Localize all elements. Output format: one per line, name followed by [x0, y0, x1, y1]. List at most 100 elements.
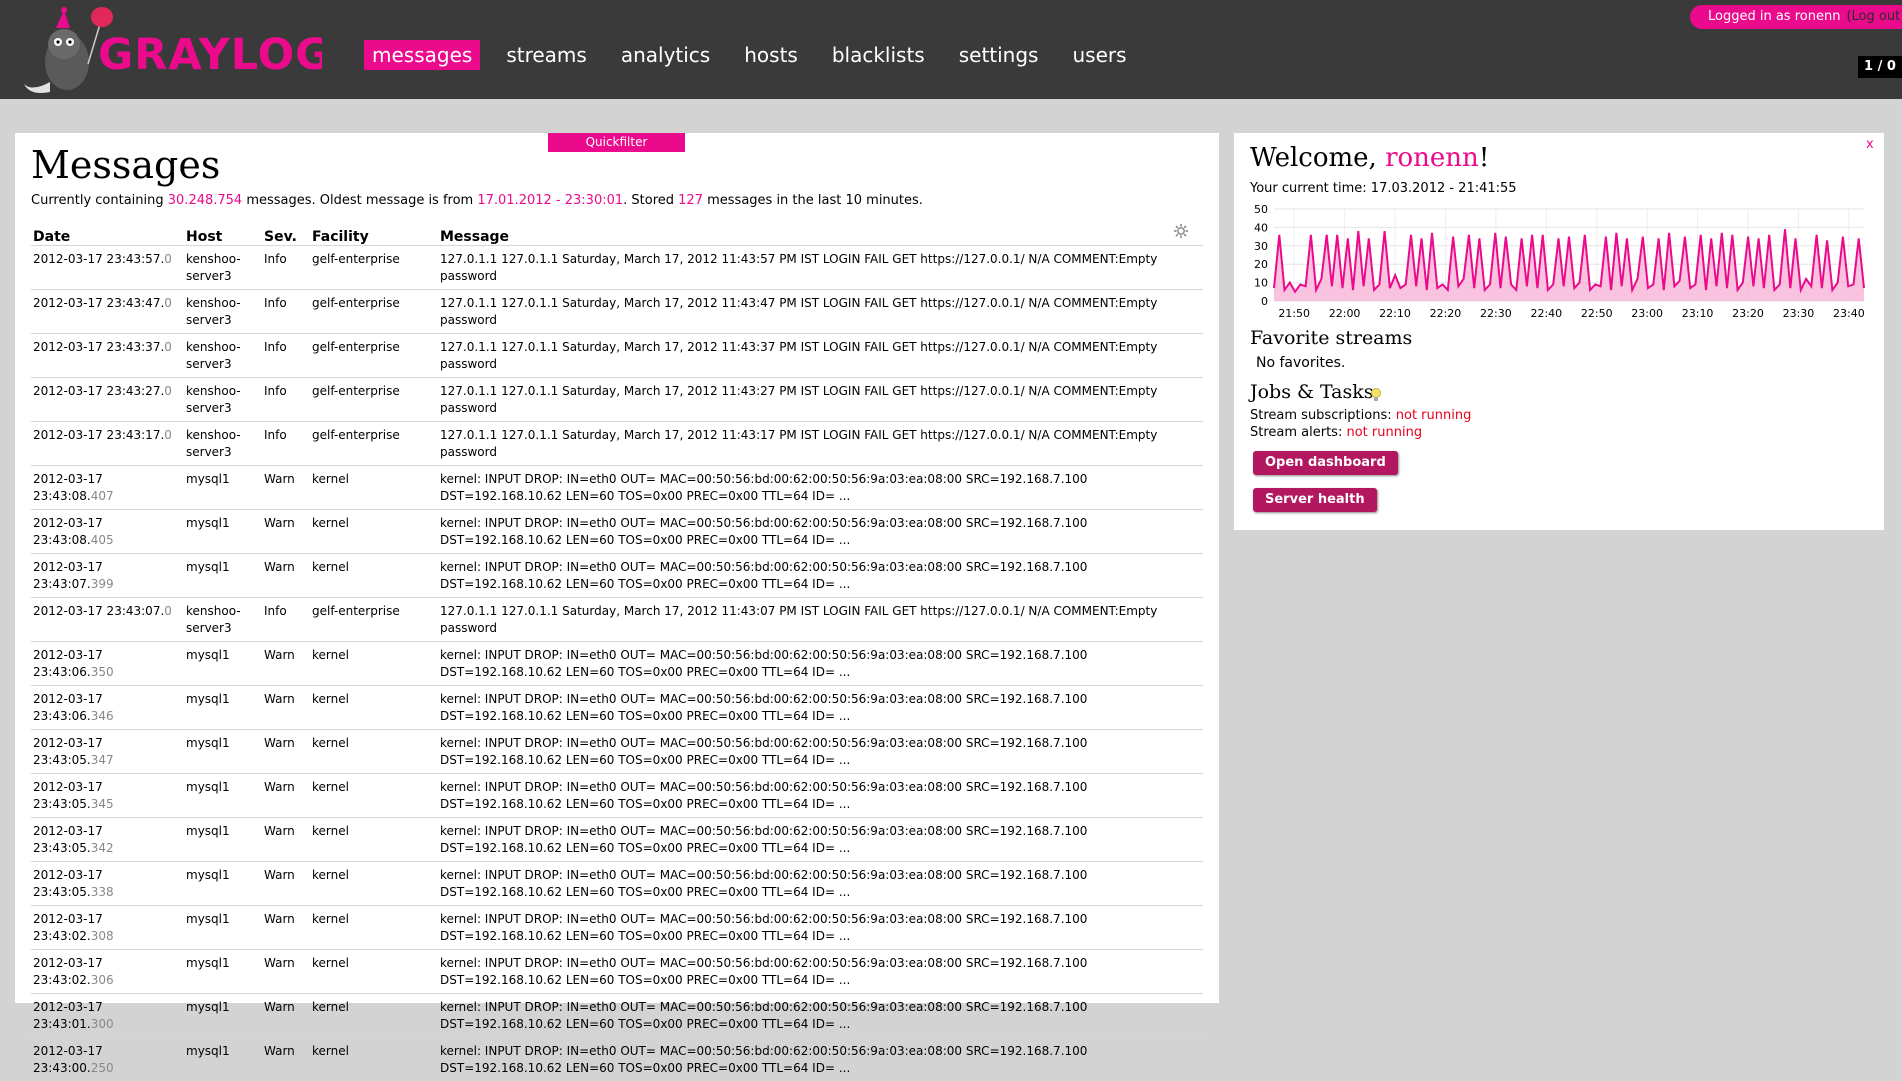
table-row[interactable]: 2012-03-17 23:43:08.405mysql1Warnkernelk…	[31, 510, 1203, 554]
table-row[interactable]: 2012-03-17 23:43:02.306mysql1Warnkernelk…	[31, 950, 1203, 994]
current-time-label: Your current time:	[1250, 181, 1371, 196]
message-severity: Info	[264, 340, 287, 354]
cell-sev: Warn	[262, 642, 310, 686]
message-text: kernel: INPUT DROP: IN=eth0 OUT= MAC=00:…	[440, 912, 1087, 943]
server-health-button[interactable]: Server health	[1253, 488, 1377, 512]
message-severity: Info	[264, 384, 287, 398]
top-bar: GRAYLOG2 messages streams analytics hostsbl…	[0, 0, 1902, 99]
table-row[interactable]: 2012-03-17 23:43:27.0kenshoo-server3Info…	[31, 378, 1203, 422]
message-host: kenshoo-server3	[186, 296, 241, 327]
message-host: mysql1	[186, 472, 230, 486]
message-severity: Warn	[264, 824, 295, 838]
cell-facility: gelf-enterprise	[310, 334, 438, 378]
open-dashboard-button[interactable]: Open dashboard	[1253, 451, 1398, 475]
message-text: 127.0.1.1 127.0.1.1 Saturday, March 17, …	[440, 384, 1157, 415]
table-row[interactable]: 2012-03-17 23:43:05.347mysql1Warnkernelk…	[31, 730, 1203, 774]
messages-table: Date Host Sev. Facility Message 2012-03-…	[31, 223, 1203, 1081]
table-row[interactable]: 2012-03-17 23:43:07.0kenshoo-server3Info…	[31, 598, 1203, 642]
jobs-tasks-title: Jobs & Tasks	[1250, 381, 1374, 403]
cell-sev: Warn	[262, 818, 310, 862]
chart-y-tick-label: 10	[1254, 277, 1268, 290]
table-row[interactable]: 2012-03-17 23:43:00.250mysql1Warnkernelk…	[31, 1038, 1203, 1081]
column-header-severity[interactable]: Sev.	[262, 223, 310, 246]
column-header-message[interactable]: Message	[438, 223, 1203, 246]
message-severity: Warn	[264, 1000, 295, 1014]
nav-item-blacklists[interactable]: blacklists	[824, 40, 933, 70]
chart-x-tick-label: 23:00	[1631, 307, 1663, 320]
table-row[interactable]: 2012-03-17 23:43:57.0kenshoo-server3Info…	[31, 246, 1203, 290]
column-header-date[interactable]: Date	[31, 223, 184, 246]
column-header-host[interactable]: Host	[184, 223, 262, 246]
message-severity: Warn	[264, 692, 295, 706]
table-row[interactable]: 2012-03-17 23:43:17.0kenshoo-server3Info…	[31, 422, 1203, 466]
message-date: 2012-03-17 23:43:27.	[33, 384, 164, 398]
table-row[interactable]: 2012-03-17 23:43:05.345mysql1Warnkernelk…	[31, 774, 1203, 818]
nav-item-hosts[interactable]: hosts	[736, 40, 806, 70]
cell-date: 2012-03-17 23:43:47.0	[31, 290, 184, 334]
message-severity: Info	[264, 428, 287, 442]
message-host: mysql1	[186, 516, 230, 530]
cell-message: 127.0.1.1 127.0.1.1 Saturday, March 17, …	[438, 246, 1203, 290]
message-date: 2012-03-17 23:43:17.	[33, 428, 164, 442]
nav-item-messages[interactable]: messages	[364, 40, 480, 70]
message-severity: Warn	[264, 516, 295, 530]
quickfilter-button[interactable]: Quickfilter	[548, 133, 685, 152]
message-host: kenshoo-server3	[186, 384, 241, 415]
message-facility: gelf-enterprise	[312, 604, 400, 618]
cell-message: kernel: INPUT DROP: IN=eth0 OUT= MAC=00:…	[438, 642, 1203, 686]
nav-item-analytics[interactable]: analytics	[613, 40, 718, 70]
cell-sev: Warn	[262, 994, 310, 1038]
cell-date: 2012-03-17 23:43:00.250	[31, 1038, 184, 1081]
cell-sev: Info	[262, 598, 310, 642]
graylog2-logo[interactable]: GRAYLOG2	[22, 4, 322, 98]
message-facility: gelf-enterprise	[312, 296, 400, 310]
close-icon[interactable]: x	[1866, 137, 1874, 152]
nav-item-streams[interactable]: streams	[498, 40, 595, 70]
welcome-username: ronenn	[1385, 143, 1479, 173]
cell-host: kenshoo-server3	[184, 246, 262, 290]
message-date: 2012-03-17 23:43:57.	[33, 252, 164, 266]
cell-facility: gelf-enterprise	[310, 422, 438, 466]
stream-subscriptions-value: not running	[1396, 408, 1472, 423]
message-date: 2012-03-17 23:43:47.	[33, 296, 164, 310]
table-row[interactable]: 2012-03-17 23:43:08.407mysql1Warnkernelk…	[31, 466, 1203, 510]
table-row[interactable]: 2012-03-17 23:43:06.350mysql1Warnkernelk…	[31, 642, 1203, 686]
table-row[interactable]: 2012-03-17 23:43:05.338mysql1Warnkernelk…	[31, 862, 1203, 906]
table-row[interactable]: 2012-03-17 23:43:01.300mysql1Warnkernelk…	[31, 994, 1203, 1038]
message-text: kernel: INPUT DROP: IN=eth0 OUT= MAC=00:…	[440, 516, 1087, 547]
message-facility: kernel	[312, 912, 349, 926]
message-host: mysql1	[186, 736, 230, 750]
cell-facility: kernel	[310, 862, 438, 906]
cell-date: 2012-03-17 23:43:02.306	[31, 950, 184, 994]
nav-item-settings[interactable]: settings	[951, 40, 1047, 70]
cell-host: mysql1	[184, 818, 262, 862]
message-host: mysql1	[186, 648, 230, 662]
cell-facility: kernel	[310, 642, 438, 686]
table-row[interactable]: 2012-03-17 23:43:05.342mysql1Warnkernelk…	[31, 818, 1203, 862]
cell-host: kenshoo-server3	[184, 422, 262, 466]
nav-item-users[interactable]: users	[1064, 40, 1134, 70]
message-facility: kernel	[312, 1044, 349, 1058]
table-row[interactable]: 2012-03-17 23:43:47.0kenshoo-server3Info…	[31, 290, 1203, 334]
message-text: kernel: INPUT DROP: IN=eth0 OUT= MAC=00:…	[440, 560, 1087, 591]
logout-link[interactable]: (Log out)	[1846, 9, 1902, 24]
table-row[interactable]: 2012-03-17 23:43:06.346mysql1Warnkernelk…	[31, 686, 1203, 730]
column-header-facility[interactable]: Facility	[310, 223, 438, 246]
table-row[interactable]: 2012-03-17 23:43:37.0kenshoo-server3Info…	[31, 334, 1203, 378]
cell-message: kernel: INPUT DROP: IN=eth0 OUT= MAC=00:…	[438, 950, 1203, 994]
chart-y-tick-label: 0	[1261, 295, 1268, 308]
message-severity: Warn	[264, 868, 295, 882]
current-time-value: 17.03.2012 - 21:41:55	[1371, 181, 1517, 196]
message-facility: gelf-enterprise	[312, 340, 400, 354]
gear-icon[interactable]	[1173, 223, 1189, 239]
summary-text: Currently containing	[31, 193, 168, 208]
cell-host: mysql1	[184, 862, 262, 906]
cell-host: mysql1	[184, 906, 262, 950]
cell-message: kernel: INPUT DROP: IN=eth0 OUT= MAC=00:…	[438, 554, 1203, 598]
summary-text: . Stored	[623, 193, 678, 208]
cell-host: mysql1	[184, 466, 262, 510]
cell-sev: Info	[262, 246, 310, 290]
chart-x-tick-label: 22:30	[1480, 307, 1512, 320]
table-row[interactable]: 2012-03-17 23:43:02.308mysql1Warnkernelk…	[31, 906, 1203, 950]
table-row[interactable]: 2012-03-17 23:43:07.399mysql1Warnkernelk…	[31, 554, 1203, 598]
